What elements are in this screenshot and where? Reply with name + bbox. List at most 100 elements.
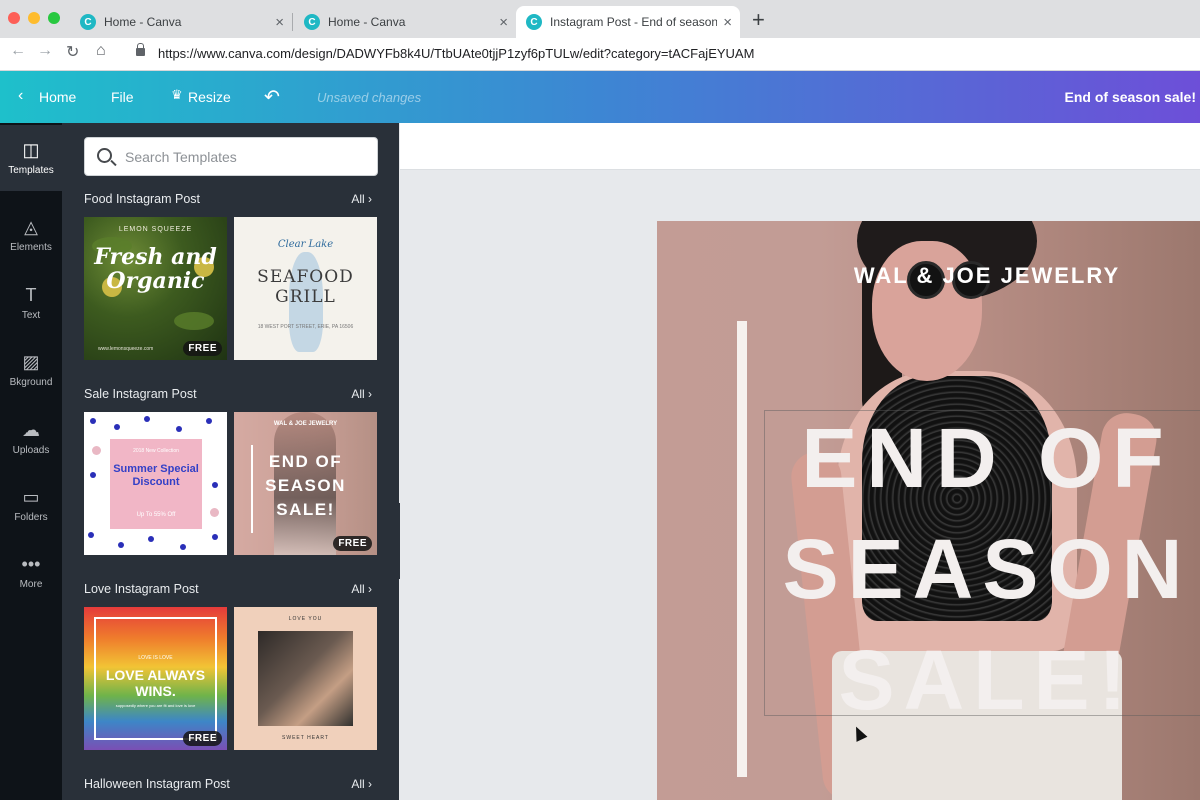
rail-item-more[interactable]: ••• More [0, 539, 62, 605]
lock-icon[interactable] [136, 43, 145, 56]
folders-icon: ▭ [22, 487, 40, 507]
thumb-brand: WAL & JOE JEWELRY [273, 421, 338, 427]
browser-tab-bar: C Home - Canva × C Home - Canva × C Inst… [0, 0, 1200, 38]
section-title-sale: Sale Instagram Post [84, 387, 197, 401]
url-field[interactable]: https://www.canva.com/design/DADWYFb8k4U… [158, 46, 754, 61]
dot-pattern [148, 536, 154, 542]
rail-item-label: Bkground [9, 377, 53, 388]
rail-item-label: Elements [10, 242, 52, 253]
forward-arrow-icon[interactable]: → [37, 42, 53, 60]
dot-pattern [212, 534, 218, 540]
background-icon: ▨ [22, 352, 40, 372]
canva-favicon-icon: C [304, 14, 320, 30]
see-all-love-link[interactable]: All › [351, 582, 372, 596]
dot-pattern [206, 418, 212, 424]
rail-item-elements[interactable]: ◬ Elements [0, 202, 62, 268]
template-thumb-seafood-grill[interactable]: Clear Lake SEAFOOD GRILL 18 WEST PORT ST… [234, 217, 377, 360]
resize-button[interactable]: Resize [188, 89, 231, 105]
rail-item-templates[interactable]: ◫ Templates [0, 125, 62, 191]
rail-item-folders[interactable]: ▭ Folders [0, 472, 62, 538]
dot-pattern [144, 416, 150, 422]
close-icon[interactable]: × [275, 14, 284, 31]
design-headline[interactable]: END OF SEASON SALE! [767, 403, 1200, 736]
editor-toolbar [400, 123, 1200, 170]
thumb-offer: Up To 55% Off [136, 512, 176, 518]
template-thumb-end-of-season[interactable]: WAL & JOE JEWELRY END OF SEASON SALE! FR… [234, 412, 377, 555]
thumb-title: LOVE ALWAYS WINS. [105, 667, 206, 699]
window-close-button[interactable] [8, 12, 20, 24]
thumb-script-title: Clear Lake [277, 239, 334, 250]
design-canvas[interactable]: WAL & JOE JEWELRY END OF SEASON SALE! [657, 221, 1200, 800]
thumb-address: 18 WEST PORT STREET, ERIE, PA 16506 [257, 324, 354, 330]
design-brand-text[interactable]: WAL & JOE JEWELRY [812, 263, 1162, 289]
rail-item-background[interactable]: ▨ Bkground [0, 337, 62, 403]
see-all-sale-link[interactable]: All › [351, 387, 372, 401]
dot-pattern [212, 482, 218, 488]
close-icon[interactable]: × [723, 14, 732, 31]
tab-divider [292, 13, 293, 31]
templates-panel: Food Instagram Post All › LEMON SQUEEZE … [62, 123, 399, 800]
home-icon[interactable]: ⌂ [96, 42, 106, 60]
reload-icon[interactable]: ↻ [66, 42, 79, 62]
editor-header: ‹ Home File ♛ Resize ↶ Unsaved changes E… [0, 71, 1200, 123]
dot-pattern [88, 532, 94, 538]
see-all-halloween-link[interactable]: All › [351, 777, 372, 791]
search-icon [97, 148, 112, 163]
see-all-food-link[interactable]: All › [351, 192, 372, 206]
tab-title: Instagram Post - End of season sale! [550, 15, 718, 29]
window-minimize-button[interactable] [28, 12, 40, 24]
dot-pattern [176, 426, 182, 432]
template-thumb-fresh-organic[interactable]: LEMON SQUEEZE Fresh and Organic www.lemo… [84, 217, 227, 360]
rail-item-label: Folders [14, 512, 48, 523]
tab-title: Home - Canva [104, 15, 182, 29]
templates-icon: ◫ [22, 140, 40, 160]
free-badge: FREE [183, 731, 222, 746]
dot-pattern [114, 424, 120, 430]
browser-tab-active[interactable]: C Instagram Post - End of season sale! × [516, 6, 740, 38]
address-bar: ← → ↻ ⌂ https://www.canva.com/design/DAD… [0, 38, 1200, 71]
see-all-label: All [351, 777, 365, 791]
chevron-left-icon[interactable]: ‹ [18, 87, 23, 105]
uploads-icon: ☁ [22, 420, 40, 440]
rail-item-text[interactable]: T Text [0, 270, 62, 336]
elements-icon: ◬ [24, 217, 38, 237]
window-zoom-button[interactable] [48, 12, 60, 24]
undo-icon[interactable]: ↶ [264, 86, 280, 109]
template-thumb-sweet-heart[interactable]: LOVE YOU SWEET HEART [234, 607, 377, 750]
design-title[interactable]: End of season sale! [1065, 89, 1196, 105]
rail-item-label: Uploads [12, 445, 50, 456]
couple-photo [258, 631, 353, 726]
dot-pattern [118, 542, 124, 548]
browser-tab-2[interactable]: C Home - Canva × [294, 6, 516, 38]
new-tab-plus-icon[interactable]: + [752, 7, 765, 33]
file-menu-button[interactable]: File [111, 89, 134, 105]
thumb-title: END OF SEASON SALE! [265, 452, 346, 519]
crown-icon: ♛ [171, 87, 183, 102]
rail-item-label: Text [21, 310, 41, 321]
template-thumb-summer-discount[interactable]: 2018 New Collection Summer Special Disco… [84, 412, 227, 555]
discount-card: 2018 New Collection Summer Special Disco… [110, 439, 202, 529]
see-all-label: All [351, 582, 365, 596]
back-arrow-icon[interactable]: ← [10, 42, 26, 60]
browser-tab-1[interactable]: C Home - Canva × [70, 6, 292, 38]
thumb-small-text: LOVE IS LOVE [138, 655, 173, 661]
home-button[interactable]: Home [39, 89, 76, 105]
canva-favicon-icon: C [526, 14, 542, 30]
save-status-text: Unsaved changes [317, 90, 422, 105]
thumb-title: Summer Special Discount [113, 463, 199, 488]
tab-title: Home - Canva [328, 15, 406, 29]
thumb-bottom-text: SWEET HEART [282, 735, 329, 741]
search-input[interactable] [125, 138, 365, 175]
see-all-label: All [351, 387, 365, 401]
pink-dot [210, 508, 219, 517]
template-thumb-love-always-wins[interactable]: LOVE IS LOVE LOVE ALWAYS WINS. supposedl… [84, 607, 227, 750]
search-box [84, 137, 378, 176]
rail-item-uploads[interactable]: ☁ Uploads [0, 405, 62, 471]
thumb-title: SEAFOOD GRILL [257, 267, 354, 307]
canva-favicon-icon: C [80, 14, 96, 30]
close-icon[interactable]: × [499, 14, 508, 31]
thumb-subtitle: supposedly where you are fit and love is… [115, 703, 196, 708]
decorative-vertical-line[interactable] [737, 321, 747, 777]
free-badge: FREE [333, 536, 372, 551]
dot-pattern [90, 472, 96, 478]
